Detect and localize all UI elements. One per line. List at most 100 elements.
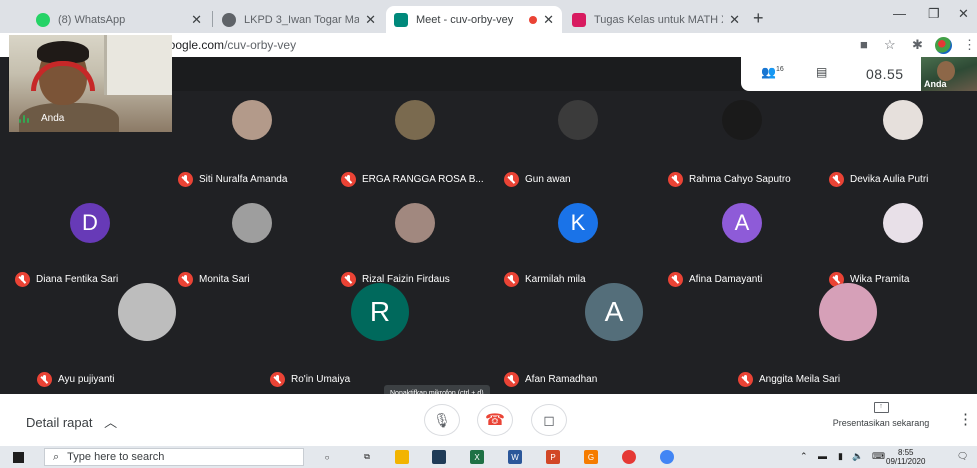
- tab-title: LKPD 3_Iwan Togar Mandiri.pdf: [244, 13, 360, 26]
- camera-icon: ◻: [543, 411, 555, 428]
- task-view-icon[interactable]: ⧉: [360, 450, 374, 464]
- keyboard-icon[interactable]: ⌨: [872, 451, 885, 462]
- participant-name-label: ERGA RANGGA ROSA B...: [341, 172, 484, 187]
- mic-off-icon: [270, 372, 285, 387]
- self-view-thumbnail[interactable]: Anda: [921, 57, 977, 91]
- file-explorer-icon[interactable]: [395, 450, 409, 464]
- windows-start-icon[interactable]: [13, 452, 24, 463]
- chat-icon[interactable]: ▤: [816, 65, 827, 79]
- participant-name: Anggita Meila Sari: [759, 374, 841, 385]
- participant-avatar: [819, 283, 877, 341]
- participant-avatar: K: [558, 203, 598, 243]
- participant-name: Diana Fentika Sari: [36, 274, 119, 285]
- taskbar-search[interactable]: ⌕ Type here to search: [44, 448, 304, 466]
- tab-classroom[interactable]: Tugas Kelas untuk MATH XII Kon ✕: [564, 6, 748, 33]
- close-icon[interactable]: ✕: [365, 12, 376, 28]
- self-name-label: Anda: [19, 113, 64, 124]
- self-hair: [37, 41, 89, 63]
- excel-icon[interactable]: X: [470, 450, 484, 464]
- mic-off-icon: [504, 372, 519, 387]
- taskbar-clock[interactable]: 8:55 09/11/2020: [886, 448, 925, 466]
- mic-off-icon: [341, 172, 356, 187]
- extensions-icon[interactable]: ✱: [912, 37, 923, 53]
- participant-avatar: R: [351, 283, 409, 341]
- participant-name: Ro'in Umaiya: [291, 374, 351, 385]
- participant-name: Wika Pramita: [850, 274, 910, 285]
- mic-off-icon: [738, 372, 753, 387]
- self-thumb-face: [937, 61, 955, 81]
- cortana-icon[interactable]: ○: [320, 450, 334, 464]
- participant-name: Siti Nuralfa Amanda: [199, 174, 288, 185]
- profile-avatar[interactable]: [935, 37, 952, 54]
- mic-off-icon: [15, 272, 30, 287]
- address-bar[interactable]: meet.google.com/cuv-orby-vey: [114, 35, 844, 55]
- self-thumb-label: Anda: [924, 79, 947, 89]
- people-button[interactable]: 👥16: [761, 65, 784, 79]
- new-tab-button[interactable]: +: [753, 8, 764, 29]
- tab-title: (8) WhatsApp: [58, 13, 126, 26]
- mic-button[interactable]: 🎙: [424, 404, 460, 436]
- tab-whatsapp[interactable]: (8) WhatsApp ✕: [28, 6, 210, 33]
- participant-name: Afina Damayanti: [689, 274, 763, 285]
- participant-avatar: A: [722, 203, 762, 243]
- tab-pdf[interactable]: LKPD 3_Iwan Togar Mandiri.pdf ✕: [214, 6, 384, 33]
- chrome-icon[interactable]: [660, 450, 674, 464]
- participant-name-label: Ayu pujiyanti: [37, 372, 115, 387]
- tray-chevron-icon[interactable]: ⌃: [800, 451, 808, 462]
- mic-off-icon: [178, 172, 193, 187]
- participant-name-label: Siti Nuralfa Amanda: [178, 172, 287, 187]
- mic-off-icon: [504, 172, 519, 187]
- meeting-clock: 08.55: [866, 66, 904, 82]
- taskbar-date: 09/11/2020: [886, 457, 926, 466]
- participant-avatar: [883, 100, 923, 140]
- restore-icon[interactable]: ❐: [928, 6, 940, 22]
- participant-name: Gun awan: [525, 174, 571, 185]
- app-icon[interactable]: G: [584, 450, 598, 464]
- browser-tab-strip: (8) WhatsApp ✕ LKPD 3_Iwan Togar Mandiri…: [0, 0, 977, 33]
- leave-call-button[interactable]: ☎: [477, 404, 513, 436]
- participant-name-label: Gun awan: [504, 172, 571, 187]
- search-placeholder: Type here to search: [67, 451, 165, 463]
- star-icon[interactable]: ☆: [884, 37, 896, 53]
- close-window-icon[interactable]: ✕: [958, 6, 969, 22]
- participant-avatar: A: [585, 283, 643, 341]
- more-options-icon[interactable]: ⋮: [958, 410, 973, 428]
- record-app-icon[interactable]: [622, 450, 636, 464]
- meeting-details-button[interactable]: Detail rapat ︿: [26, 412, 117, 431]
- recording-dot-icon: [529, 15, 538, 24]
- self-video-tile[interactable]: Anda: [9, 35, 172, 132]
- minimize-icon[interactable]: —: [893, 6, 906, 21]
- powerpoint-icon[interactable]: P: [546, 450, 560, 464]
- background-window: [104, 35, 172, 95]
- participant-name: Devika Aulia Putri: [850, 174, 929, 185]
- close-icon[interactable]: ✕: [729, 12, 740, 28]
- participant-name: Rahma Cahyo Saputro: [689, 174, 791, 185]
- volume-icon[interactable]: 🔈: [852, 451, 863, 462]
- mic-off-icon: [829, 172, 844, 187]
- participant-avatar: [395, 100, 435, 140]
- present-now-button[interactable]: ↑ Presentasikan sekarang: [826, 402, 936, 428]
- participant-count: 16: [775, 66, 784, 73]
- menu-icon[interactable]: ⋮: [963, 37, 976, 53]
- network-icon[interactable]: ▮: [838, 451, 843, 462]
- camera-indicator-icon[interactable]: ■: [860, 37, 868, 52]
- mic-off-icon: [37, 372, 52, 387]
- tab-separator: [212, 11, 213, 27]
- participant-name-label: Karmilah mila: [504, 272, 586, 287]
- participant-name-label: Rahma Cahyo Saputro: [668, 172, 791, 187]
- windows-taskbar: ⌕ Type here to search ○ ⧉ X W P G ⌃ ▬ ▮ …: [0, 446, 977, 468]
- camera-button[interactable]: ◻: [531, 404, 567, 436]
- hang-up-icon: ☎: [485, 412, 505, 429]
- participant-avatar: [558, 100, 598, 140]
- tab-meet[interactable]: Meet - cuv-orby-vey ✕: [386, 6, 562, 33]
- participant-name: Afan Ramadhan: [525, 374, 598, 385]
- participant-name: Ayu pujiyanti: [58, 374, 115, 385]
- store-icon[interactable]: [432, 450, 446, 464]
- close-icon[interactable]: ✕: [543, 12, 554, 28]
- notification-icon[interactable]: 🗨: [957, 451, 968, 462]
- classroom-icon: [572, 12, 586, 27]
- word-icon[interactable]: W: [508, 450, 522, 464]
- close-icon[interactable]: ✕: [191, 12, 202, 28]
- taskbar-time: 8:55: [897, 448, 914, 457]
- battery-icon[interactable]: ▬: [818, 451, 827, 461]
